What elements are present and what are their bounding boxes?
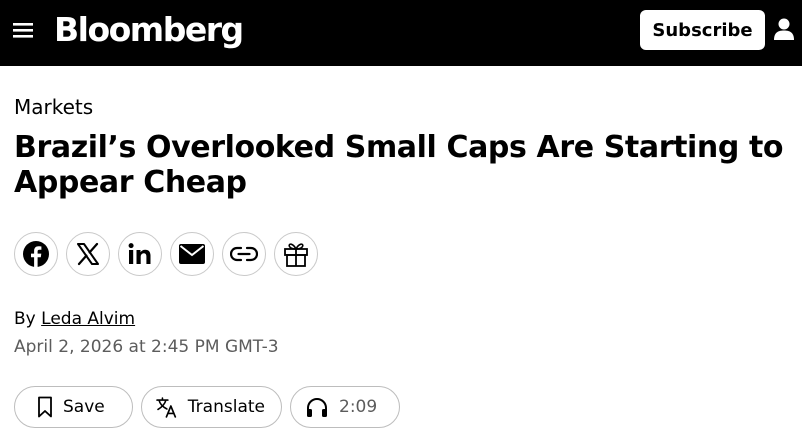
listen-duration: 2:09	[339, 397, 378, 417]
user-icon[interactable]	[773, 17, 795, 41]
translate-icon	[156, 397, 177, 418]
listen-button[interactable]: 2:09	[290, 386, 400, 428]
bookmark-icon	[38, 396, 52, 418]
author-link[interactable]: Leda Alvim	[41, 309, 135, 329]
translate-button[interactable]: Translate	[141, 386, 282, 428]
article-headline: Brazil’s Overlooked Small Caps Are Start…	[14, 130, 784, 200]
share-x-button[interactable]	[66, 232, 110, 276]
article-actions: Save Translate 2:09	[14, 386, 400, 428]
copy-link-button[interactable]	[222, 232, 266, 276]
email-icon	[179, 244, 205, 264]
share-email-button[interactable]	[170, 232, 214, 276]
top-navigation-bar: Bloomberg Subscribe	[0, 0, 802, 66]
byline-prefix: By	[14, 309, 36, 329]
linkedin-icon	[128, 243, 151, 264]
share-facebook-button[interactable]	[14, 232, 58, 276]
save-label: Save	[63, 397, 105, 417]
section-link-markets[interactable]: Markets	[14, 95, 93, 119]
link-icon	[230, 246, 258, 262]
share-buttons	[14, 232, 318, 276]
facebook-icon	[23, 241, 49, 267]
bloomberg-logo[interactable]: Bloomberg	[54, 8, 244, 52]
headphones-icon	[307, 398, 327, 417]
byline: By Leda Alvim	[14, 309, 135, 329]
share-linkedin-button[interactable]	[118, 232, 162, 276]
subscribe-button[interactable]: Subscribe	[640, 10, 765, 50]
publish-timestamp: April 2, 2026 at 2:45 PM GMT-3	[14, 337, 279, 357]
x-icon	[77, 242, 99, 266]
save-button[interactable]: Save	[14, 386, 133, 428]
translate-label: Translate	[187, 397, 265, 417]
hamburger-menu-icon[interactable]	[12, 19, 34, 41]
gift-icon	[284, 243, 308, 267]
gift-article-button[interactable]	[274, 232, 318, 276]
